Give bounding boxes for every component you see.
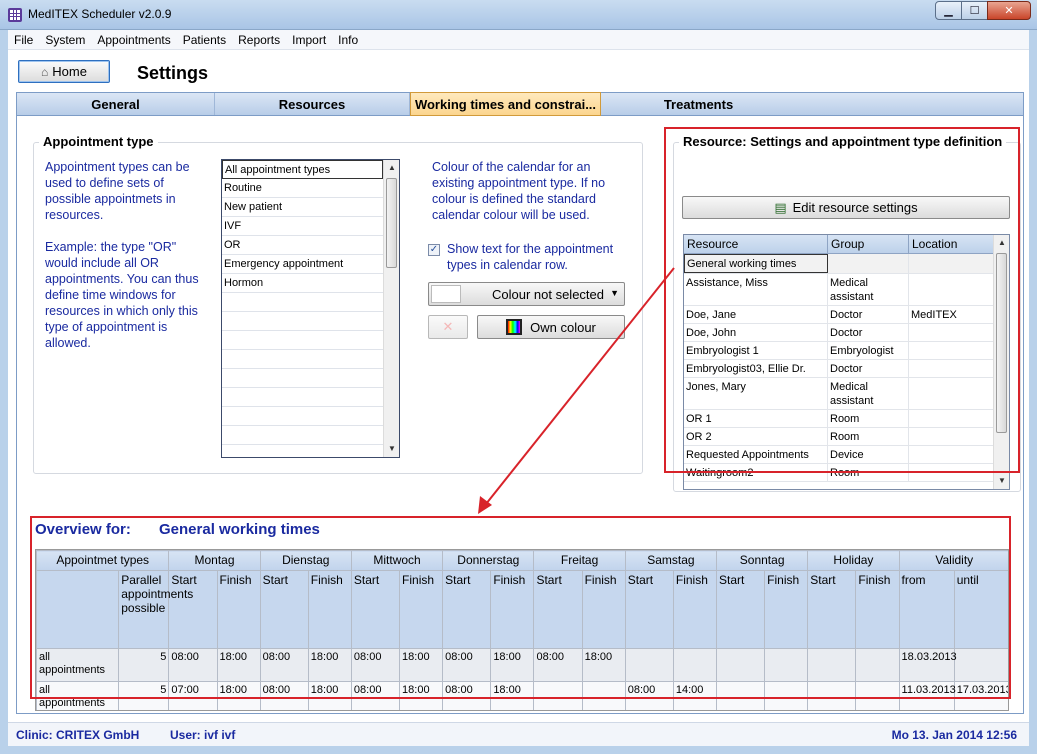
minimize-button[interactable]: ▁ xyxy=(935,1,962,20)
title-bar: MedITEX Scheduler v2.0.9 ▁ ☐ ✕ xyxy=(0,0,1037,30)
maximize-button[interactable]: ☐ xyxy=(961,1,988,20)
app-client-area: File System Appointments Patients Report… xyxy=(8,30,1029,746)
close-button[interactable]: ✕ xyxy=(987,1,1031,20)
app-logo-icon xyxy=(8,8,22,22)
status-user: User: ivf ivf xyxy=(170,728,236,742)
status-clinic: Clinic: CRITEX GmbH xyxy=(16,728,140,742)
status-bar: Clinic: CRITEX GmbH User: ivf ivf Mo 13.… xyxy=(8,722,1029,746)
status-datetime: Mo 13. Jan 2014 12:56 xyxy=(891,728,1017,742)
window-title: MedITEX Scheduler v2.0.9 xyxy=(28,7,172,21)
annotation-arrow-icon xyxy=(478,267,675,514)
